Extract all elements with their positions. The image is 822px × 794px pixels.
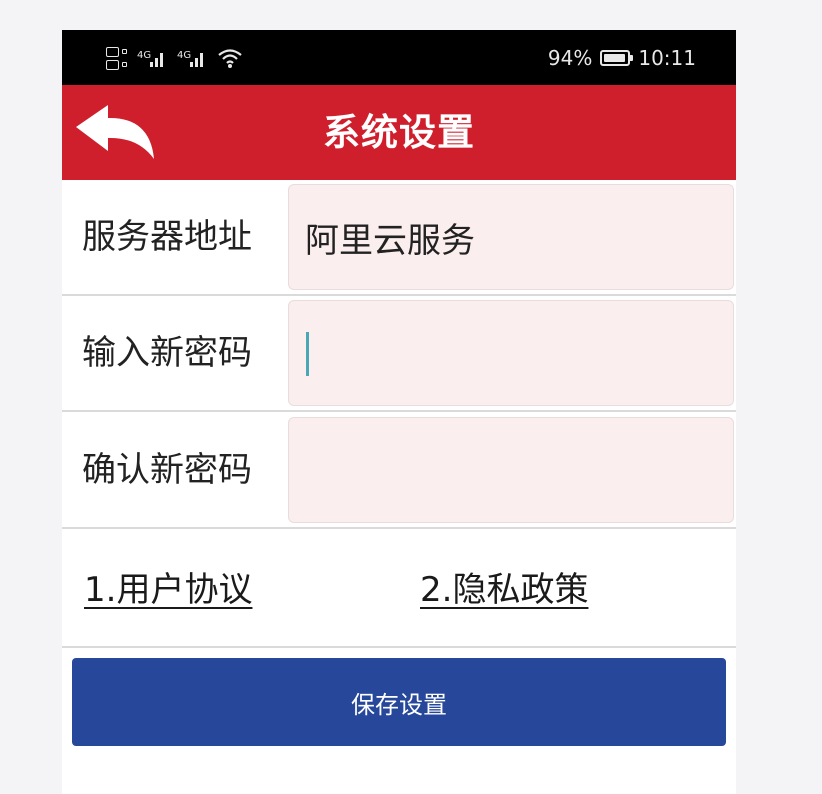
confirm-password-input[interactable] (288, 417, 734, 523)
status-time: 10:11 (638, 45, 696, 70)
user-agreement-link[interactable]: 1.用户协议 (84, 562, 252, 611)
wifi-icon (218, 49, 242, 68)
server-address-row: 服务器地址 (62, 180, 736, 296)
battery-icon (600, 49, 634, 66)
signal-icon: 4G (177, 50, 203, 67)
confirm-password-label: 确认新密码 (82, 450, 252, 490)
confirm-password-row: 确认新密码 (62, 413, 736, 529)
svg-text:4G: 4G (137, 50, 151, 61)
agreement-links: 1.用户协议 2.隐私政策 (62, 530, 736, 648)
server-address-label: 服务器地址 (82, 217, 252, 257)
privacy-policy-link[interactable]: 2.隐私政策 (420, 562, 588, 611)
server-address-input[interactable] (288, 184, 734, 290)
battery-fill (604, 53, 626, 62)
status-icons-left: 4G 4G (106, 40, 243, 76)
text-cursor (306, 332, 309, 376)
svg-text:4G: 4G (177, 50, 191, 61)
battery-percent: 94% (547, 45, 593, 70)
new-password-label: 输入新密码 (82, 333, 252, 373)
signal-icon: 4G (137, 50, 163, 67)
new-password-input[interactable] (288, 300, 734, 406)
page-title: 系统设置 (323, 111, 475, 154)
app-header: 系统设置 (62, 85, 736, 180)
new-password-row: 输入新密码 (62, 296, 736, 412)
status-bar: 4G 4G 94% 10:11 (62, 30, 736, 85)
phone-screen: 4G 4G 94% 10:11 系统设置 服务器地址 阿里云服务 输入新密码 确… (62, 30, 736, 794)
save-settings-button[interactable]: 保存设置 (72, 658, 726, 746)
status-icons-right: 94% 10:11 (548, 30, 696, 85)
hd-icon (106, 46, 127, 70)
